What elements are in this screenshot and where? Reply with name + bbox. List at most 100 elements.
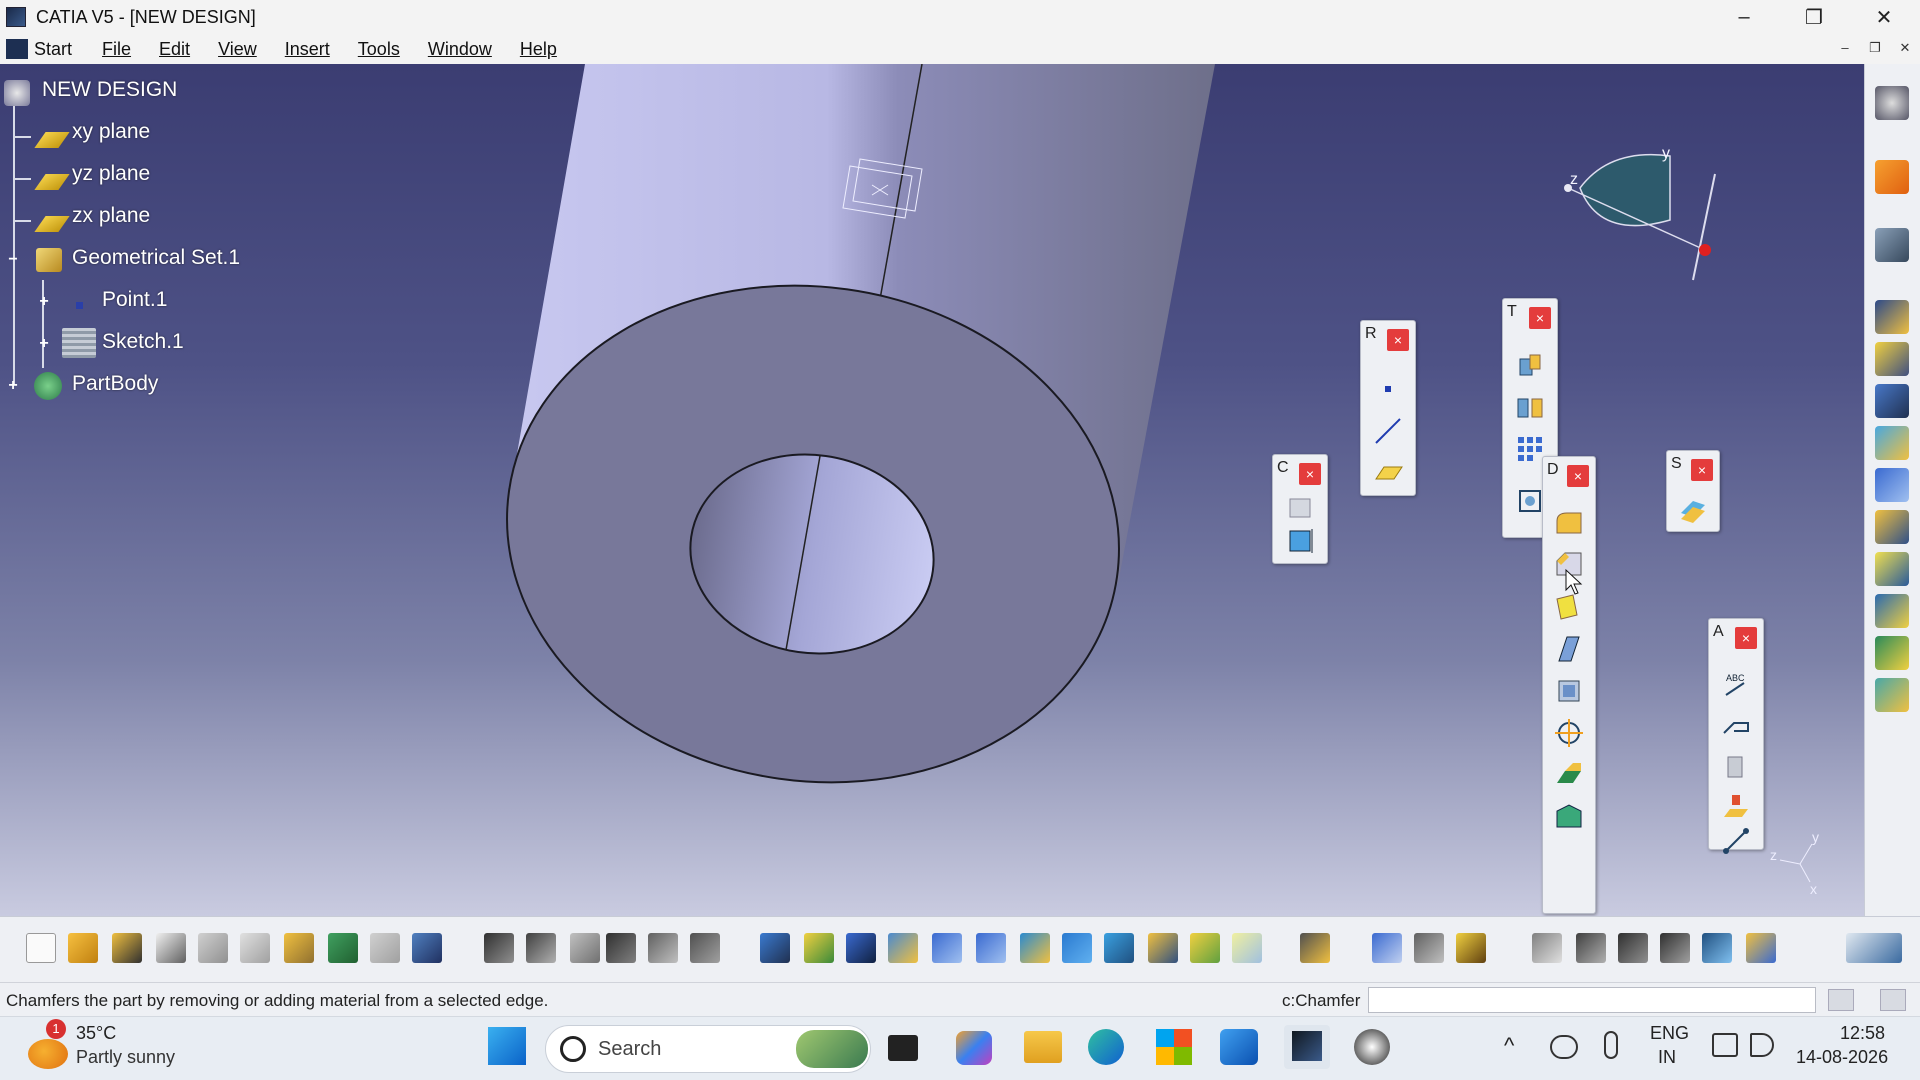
menu-insert[interactable]: Insert <box>285 39 330 60</box>
open-folder-icon[interactable] <box>68 933 98 963</box>
groove-icon[interactable] <box>1875 426 1909 460</box>
whats-this-icon[interactable] <box>412 933 442 963</box>
new-file-icon[interactable] <box>26 933 56 963</box>
removed-multi-sections-icon[interactable] <box>1875 678 1909 712</box>
expand-icon[interactable]: + <box>37 336 51 352</box>
status-power-icon[interactable] <box>1880 989 1906 1011</box>
rotate-icon[interactable] <box>888 933 918 963</box>
language-top[interactable]: ENG <box>1650 1023 1689 1044</box>
replace-face-icon[interactable] <box>1553 801 1585 833</box>
copilot-icon[interactable] <box>956 1031 992 1065</box>
tree-item-sketch[interactable]: Sketch.1 <box>102 330 184 354</box>
language-bottom[interactable]: IN <box>1658 1047 1676 1068</box>
multi-view-icon[interactable] <box>1062 933 1092 963</box>
menu-tools[interactable]: Tools <box>358 39 400 60</box>
line-icon[interactable] <box>1372 415 1404 447</box>
tree-item-geometrical-set[interactable]: Geometrical Set.1 <box>72 246 240 270</box>
measure-between-icon[interactable] <box>1372 933 1402 963</box>
tree-item-partbody[interactable]: PartBody <box>72 372 158 396</box>
compass[interactable]: y z x <box>1550 144 1730 284</box>
swap-visible-space-icon[interactable] <box>1232 933 1262 963</box>
expand-icon[interactable]: + <box>37 294 51 310</box>
iso-view-icon[interactable] <box>1104 933 1134 963</box>
tree-item-yz-plane[interactable]: yz plane <box>72 162 150 186</box>
volume-icon[interactable] <box>1750 1033 1774 1057</box>
toolbar-close-icon[interactable]: × <box>1691 459 1713 481</box>
plane-icon[interactable] <box>1372 455 1404 487</box>
toolbar-close-icon[interactable]: × <box>1299 463 1321 485</box>
cut-icon[interactable] <box>198 933 228 963</box>
dressup-features-toolbar[interactable]: D × <box>1542 456 1596 914</box>
annotations-toolbar[interactable]: A × ABC <box>1708 618 1764 854</box>
formula-icon[interactable] <box>484 933 514 963</box>
paste-icon[interactable] <box>284 933 314 963</box>
measure-item-icon[interactable] <box>1414 933 1444 963</box>
constraints-toolbar[interactable]: C × <box>1272 454 1328 564</box>
clock-date[interactable]: 14-08-2026 <box>1796 1047 1888 1068</box>
collapse-icon[interactable]: − <box>6 252 20 268</box>
pocket-icon[interactable] <box>1875 342 1909 376</box>
surface-based-features-toolbar[interactable]: S × <box>1666 450 1720 532</box>
pan-icon[interactable] <box>846 933 876 963</box>
doc-minimize-button[interactable]: – <box>1834 40 1856 60</box>
menu-window[interactable]: Window <box>428 39 492 60</box>
menu-help[interactable]: Help <box>520 39 557 60</box>
reference-elements-toolbar[interactable]: R × <box>1360 320 1416 496</box>
select-arrow-icon[interactable] <box>1875 160 1909 194</box>
tree-root-new-design[interactable]: NEW DESIGN <box>42 78 177 102</box>
toolbar-close-icon[interactable]: × <box>1567 465 1589 487</box>
command-input[interactable] <box>1368 987 1816 1013</box>
axis-system-icon[interactable] <box>1618 933 1648 963</box>
catia-taskbar-button[interactable] <box>1284 1025 1330 1069</box>
copy-icon[interactable] <box>240 933 270 963</box>
shading-icon[interactable] <box>1148 933 1178 963</box>
analysis-icon[interactable] <box>690 933 720 963</box>
tools-palette-icon[interactable] <box>1746 933 1776 963</box>
redo-icon[interactable] <box>370 933 400 963</box>
law-icon[interactable] <box>570 933 600 963</box>
undo-icon[interactable] <box>328 933 358 963</box>
translate-icon[interactable] <box>1514 349 1546 381</box>
menu-edit[interactable]: Edit <box>159 39 190 60</box>
windows-start-icon[interactable] <box>488 1027 526 1065</box>
edge-fillet-icon[interactable] <box>1553 507 1585 539</box>
hole-icon[interactable] <box>1875 468 1909 502</box>
show-hidden-icons[interactable]: ^ <box>1504 1033 1514 1059</box>
catalog-icon[interactable] <box>648 933 678 963</box>
stiffener-icon[interactable] <box>1875 594 1909 628</box>
measure-inertia-icon[interactable] <box>1456 933 1486 963</box>
measure-icon[interactable] <box>1720 825 1752 857</box>
thread-icon[interactable] <box>1553 717 1585 749</box>
multi-sections-solid-icon[interactable] <box>1875 636 1909 670</box>
network-icon[interactable] <box>1712 1033 1738 1057</box>
menu-view[interactable]: View <box>218 39 257 60</box>
zoom-out-icon[interactable] <box>976 933 1006 963</box>
tree-item-point[interactable]: Point.1 <box>102 288 167 312</box>
tree-item-zx-plane[interactable]: zx plane <box>72 204 150 228</box>
shell-icon[interactable] <box>1553 633 1585 665</box>
sketcher-icon[interactable] <box>1875 228 1909 262</box>
normal-view-icon[interactable] <box>1020 933 1050 963</box>
restore-button[interactable]: ❐ <box>1786 0 1842 34</box>
chatgpt-icon[interactable] <box>1354 1029 1390 1065</box>
fit-all-icon[interactable] <box>804 933 834 963</box>
print-icon[interactable] <box>156 933 186 963</box>
boolean-icon[interactable] <box>1300 933 1330 963</box>
clock-time[interactable]: 12:58 <box>1840 1023 1885 1044</box>
sphere-icon[interactable] <box>1576 933 1606 963</box>
onedrive-icon[interactable] <box>1550 1035 1578 1059</box>
hide-show-icon[interactable] <box>1190 933 1220 963</box>
toolbar-close-icon[interactable]: × <box>1387 329 1409 351</box>
microphone-icon[interactable] <box>1604 1031 1618 1059</box>
flag-note-icon[interactable] <box>1720 709 1752 741</box>
fly-mode-icon[interactable] <box>760 933 790 963</box>
close-button[interactable]: ✕ <box>1856 0 1912 34</box>
toolbar-close-icon[interactable]: × <box>1529 307 1551 329</box>
outlook-icon[interactable] <box>1220 1029 1258 1065</box>
knowledge-icon[interactable] <box>526 933 556 963</box>
3d-viewport[interactable]: NEW DESIGN xy plane yz plane zx plane − … <box>0 64 1864 916</box>
design-table-icon[interactable] <box>606 933 636 963</box>
remove-face-icon[interactable] <box>1553 759 1585 791</box>
thickness-icon[interactable] <box>1553 675 1585 707</box>
tree-item-xy-plane[interactable]: xy plane <box>72 120 150 144</box>
